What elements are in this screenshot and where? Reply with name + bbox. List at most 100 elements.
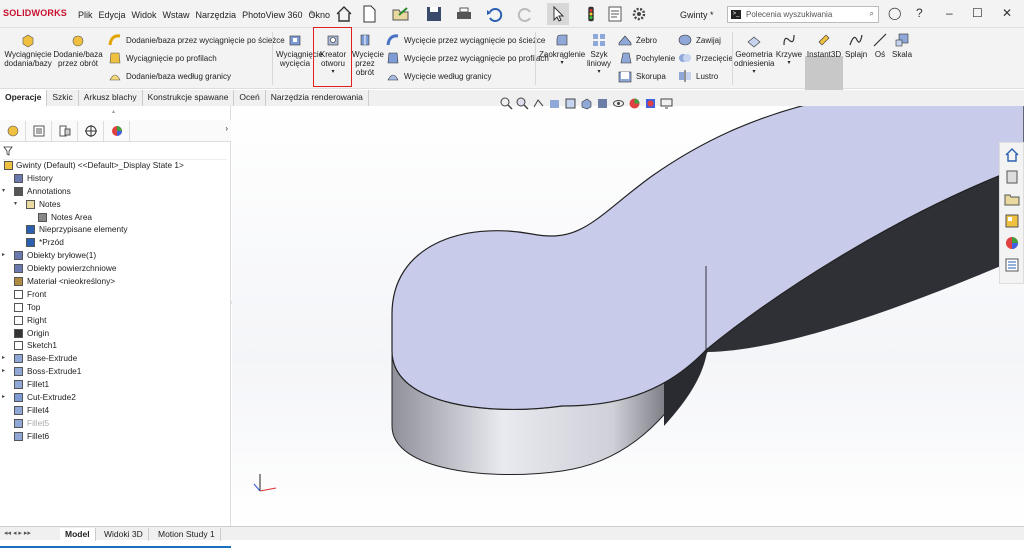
tree-item[interactable]: History [0,172,231,185]
expand-toggle-icon[interactable]: ▾ [2,185,5,198]
expand-toggle-icon[interactable]: ▸ [2,352,5,365]
mirror-button[interactable]: Lustro [677,68,718,84]
expand-toggle-icon[interactable]: ▸ [2,391,5,404]
solidworks-logo[interactable]: SOLIDWORKS [3,8,67,18]
tree-item[interactable]: ▾ Annotations [0,185,231,198]
save-icon[interactable] [423,3,445,25]
file-explorer-icon[interactable] [1001,189,1022,209]
tree-item[interactable]: Origin [0,327,231,340]
expand-toggle-icon[interactable]: ▸ [2,249,5,262]
open-icon[interactable] [390,3,412,25]
fillet-button[interactable]: Zaokrąglenie ▾ [539,32,585,68]
pin-icon[interactable]: ✎ [309,9,317,20]
section-view-icon[interactable] [548,97,561,110]
scale-button[interactable]: Skala [892,32,912,59]
reference-geometry-button[interactable]: Geometria odniesienia ▾ [734,32,774,77]
tree-item[interactable]: Right [0,314,231,327]
tree-item[interactable]: Top [0,301,231,314]
menu-tools[interactable]: Narzędzia [196,10,243,20]
revolve-cut-button[interactable]: Wycięcie przez obrót [352,32,384,77]
search-input[interactable]: >_ Polecenia wyszukiwania ⌕ [727,6,879,23]
display-style-icon[interactable] [596,97,609,110]
tree-item[interactable]: ▸ Cut-Extrude2 [0,391,231,404]
shell-button[interactable]: Skorupa [617,68,666,84]
instant3d-button[interactable]: Instant3D [806,32,842,59]
extrude-boss-button[interactable]: Wyciągnięcie dodania/bazy [3,32,53,68]
feature-tree-tab[interactable] [0,120,26,141]
previous-view-icon[interactable] [532,97,545,110]
maximize-icon[interactable]: ☐ [972,6,983,20]
close-icon[interactable]: ✕ [1002,6,1012,20]
tree-item[interactable]: ▾ Notes [0,198,231,211]
configuration-manager-tab[interactable] [52,120,78,141]
tab-3d-views[interactable]: Widoki 3D [99,528,149,541]
tree-item[interactable]: Materiał <nieokreślony> [0,275,231,288]
menu-view[interactable]: Widok [132,10,163,20]
linear-pattern-button[interactable]: Szyk liniowy ▾ [586,32,612,77]
tab-motion-study[interactable]: Motion Study 1 [153,528,221,541]
rib-button[interactable]: Żebro [617,32,657,48]
tab-render-tools[interactable]: Narzędzia renderowania [266,90,369,106]
tab-sheet-metal[interactable]: Arkusz blachy [79,90,143,106]
tree-filter[interactable] [3,146,227,160]
boundary-cut-button[interactable]: Wycięcie według granicy [385,68,492,84]
minimize-icon[interactable]: – [946,6,953,20]
custom-properties-icon[interactable] [1001,255,1022,275]
rollback-bar[interactable] [0,546,231,548]
select-icon[interactable] [547,3,569,25]
view-settings-icon[interactable] [660,97,673,110]
undo-icon[interactable] [483,3,505,25]
print-icon[interactable] [453,3,475,25]
loft-cut-button[interactable]: Wycięcie przez wyciągnięcie po profilach [385,50,549,66]
help-icon[interactable]: ? [916,6,923,20]
display-manager-tab[interactable] [104,120,130,141]
axis-button[interactable]: Oś [870,32,890,59]
draft-button[interactable]: Pochylenie [617,50,675,66]
menu-insert[interactable]: Wstaw [163,10,196,20]
panel-collapse-icon[interactable]: ▴ [112,108,115,115]
tab-model[interactable]: Model [60,528,96,541]
dynamic-annotation-icon[interactable] [564,97,577,110]
tree-item[interactable]: Front [0,288,231,301]
graphics-area[interactable] [232,106,1024,526]
view-orientation-icon[interactable] [580,97,593,110]
tree-item[interactable]: ▸ Obiekty bryłowe(1) [0,249,231,262]
options-gear-icon[interactable] [628,3,650,25]
edit-appearance-icon[interactable] [628,97,641,110]
apply-scene-icon[interactable] [644,97,657,110]
extrude-cut-button[interactable]: Wyciągnięcie wycięcia [276,32,323,68]
boundary-boss-button[interactable]: Dodanie/baza według granicy [107,68,231,84]
tree-item[interactable]: Sketch1 [0,339,231,352]
search-icon[interactable]: ⌕ [870,9,874,19]
revolve-boss-button[interactable]: Dodanie/baza przez obrót [53,32,103,68]
tab-weldments[interactable]: Konstrukcje spawane [143,90,235,106]
home-icon[interactable] [333,3,355,25]
zoom-to-fit-icon[interactable] [500,97,513,110]
tree-item[interactable]: ▸ Boss-Extrude1 [0,365,231,378]
panel-expand-icon[interactable]: › [225,124,228,133]
dimxpert-tab[interactable] [78,120,104,141]
traffic-light-icon[interactable] [582,3,600,25]
zoom-area-icon[interactable] [516,97,529,110]
menu-edit[interactable]: Edycja [99,10,132,20]
tab-sketch[interactable]: Szkic [47,90,79,106]
user-icon[interactable]: ◯ [888,6,901,20]
property-manager-tab[interactable] [26,120,52,141]
tree-item[interactable]: Notes Area [0,211,231,224]
solidworks-resources-icon[interactable] [1001,145,1022,165]
view-palette-icon[interactable] [1001,211,1022,231]
tree-item[interactable]: Obiekty powierzchniowe [0,262,231,275]
curves-button[interactable]: Krzywe ▾ [775,32,803,68]
intersect-button[interactable]: Przecięcie [677,50,733,66]
tab-features[interactable]: Operacje [0,90,48,106]
part-model[interactable] [232,106,1024,526]
new-document-icon[interactable] [358,3,380,25]
tree-item[interactable]: *Przód [0,236,231,249]
tab-scroll-icons[interactable]: ◂◂ ◂ ▸ ▸▸ [4,529,31,537]
tree-item[interactable]: Gwinty (Default) <<Default>_Display Stat… [0,159,231,172]
sweep-boss-button[interactable]: Dodanie/baza przez wyciągnięcie po ścież… [107,32,285,48]
expand-toggle-icon[interactable]: ▾ [14,198,17,211]
tree-item[interactable]: Fillet5 [0,417,231,430]
spline-button[interactable]: Splajn [845,32,867,59]
sweep-cut-button[interactable]: Wycięcie przez wyciągnięcie po ścieżce [385,32,545,48]
